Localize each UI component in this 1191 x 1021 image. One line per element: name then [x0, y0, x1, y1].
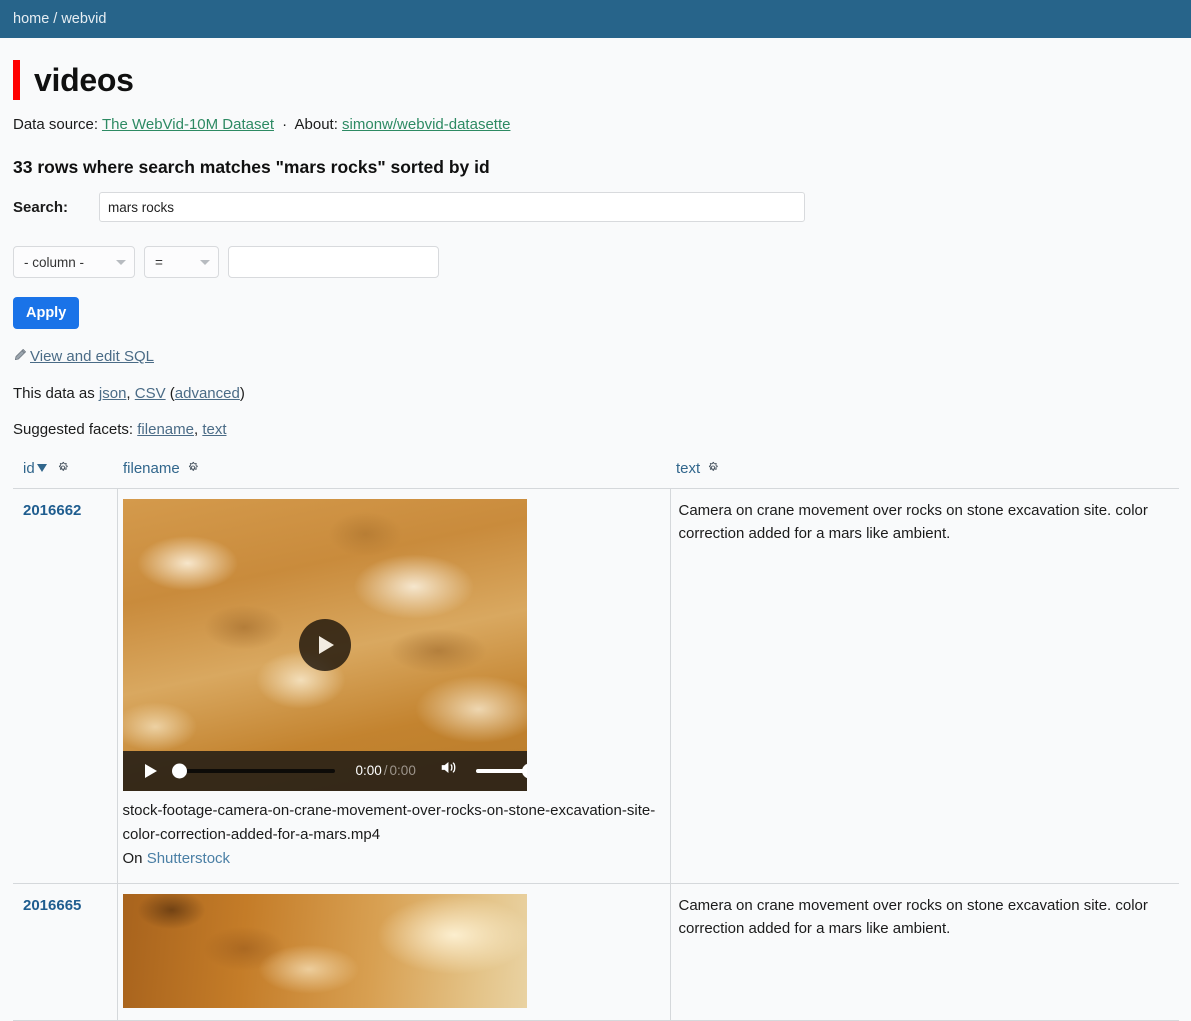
export-prefix: This data as — [13, 385, 95, 402]
export-json-link[interactable]: json — [99, 385, 127, 402]
video-player[interactable]: 0:00/0:00 — [122, 499, 527, 791]
column-header-id: id — [13, 457, 117, 489]
export-line: This data as json, CSV (advanced) — [13, 385, 1178, 402]
data-source-prefix: Data source: — [13, 116, 99, 133]
gear-icon[interactable] — [702, 461, 720, 479]
source-line: On Shutterstock — [123, 847, 662, 870]
suggested-facets-line: Suggested facets: filename, text — [13, 421, 1178, 438]
table-header-row: id filename text — [13, 457, 1179, 489]
view-edit-sql-link[interactable]: View and edit SQL — [30, 348, 154, 365]
play-overlay-button[interactable] — [298, 619, 351, 671]
export-paren-close: ) — [239, 385, 245, 402]
results-table: id filename text 2016662 0:00 / 0:00 sto… — [13, 457, 1179, 1021]
data-source-line: Data source: The WebVid-10M Dataset · Ab… — [13, 116, 1178, 133]
filter-operator-value: = — [155, 254, 163, 270]
apply-button[interactable]: Apply — [13, 297, 80, 329]
data-source-separator: · — [282, 116, 288, 133]
search-label: Search: — [13, 198, 69, 216]
video-player[interactable] — [122, 893, 527, 1008]
filter-operator-select[interactable]: = — [144, 246, 219, 278]
facet-text-link[interactable]: text — [202, 421, 226, 438]
result-summary: 33 rows where search matches "mars rocks… — [13, 157, 490, 177]
export-advanced-link[interactable]: advanced — [175, 385, 240, 402]
filter-value-input[interactable] — [228, 246, 439, 278]
cell-id: 2016665 — [13, 883, 118, 1021]
cell-filename — [117, 883, 671, 1021]
progress-slider[interactable] — [171, 763, 335, 779]
video-thumbnail — [122, 893, 527, 1008]
filename-text: stock-footage-camera-on-crane-movement-o… — [122, 802, 656, 843]
table-head: id filename text — [13, 457, 1179, 489]
breadcrumb-webvid[interactable]: webvid — [61, 11, 106, 27]
column-header-filename-label[interactable]: filename — [123, 460, 180, 477]
source-prefix: On — [122, 850, 143, 868]
page-title: videos — [13, 60, 1178, 100]
video-controls: 0:00/0:00 — [122, 751, 527, 791]
time-separator: / — [383, 762, 388, 778]
accent-bar-icon — [13, 60, 20, 100]
breadcrumb-bar: home / webvid — [0, 0, 1191, 38]
about-prefix: About: — [294, 116, 338, 133]
suggested-facets-prefix: Suggested facets: — [13, 421, 134, 438]
filter-column-value: - column - — [24, 254, 85, 270]
volume-slider[interactable] — [475, 763, 527, 779]
export-csv-link[interactable]: CSV — [135, 385, 166, 402]
volume-icon[interactable] — [439, 759, 459, 783]
column-header-text-label[interactable]: text — [676, 460, 700, 477]
column-header-text: text — [670, 457, 1179, 489]
facet-filename-link[interactable]: filename — [137, 421, 194, 438]
gear-icon[interactable] — [182, 461, 200, 479]
gear-icon[interactable] — [52, 461, 70, 479]
chevron-down-icon — [200, 260, 210, 265]
cell-text: Camera on crane movement over rocks on s… — [670, 883, 1179, 1021]
page-content: videos Data source: The WebVid-10M Datas… — [0, 60, 1191, 1021]
data-source-link[interactable]: The WebVid-10M Dataset — [102, 116, 274, 133]
column-header-id-label[interactable]: id — [23, 460, 35, 477]
table-row: 2016662 0:00 / 0:00 stock-footage-camera… — [13, 488, 1179, 884]
breadcrumb-home[interactable]: home — [13, 11, 49, 27]
chevron-down-icon — [116, 260, 126, 265]
search-input[interactable] — [99, 192, 805, 222]
export-comma: , — [126, 385, 131, 402]
view-edit-sql-line: View and edit SQL — [13, 348, 1178, 366]
progress-knob[interactable] — [171, 763, 187, 779]
column-header-filename: filename — [117, 457, 670, 489]
cell-filename: 0:00/0:00 stock-footage-camera-on-crane-… — [117, 488, 671, 884]
cell-text: Camera on crane movement over rocks on s… — [670, 488, 1179, 884]
table-body: 2016662 0:00 / 0:00 stock-footage-camera… — [13, 488, 1179, 1021]
about-link[interactable]: simonw/webvid-datasette — [342, 116, 510, 133]
cell-id: 2016662 — [13, 488, 118, 884]
play-icon — [319, 636, 334, 654]
time-display: 0:00/0:00 — [356, 761, 416, 782]
facet-comma: , — [193, 421, 199, 438]
volume-knob[interactable] — [521, 763, 527, 779]
filter-column-select[interactable]: - column - — [13, 246, 135, 278]
search-row: Search: — [13, 192, 1178, 222]
filter-row: - column - = — [13, 246, 1178, 278]
row-id-link[interactable]: 2016662 — [23, 502, 81, 519]
sort-descending-icon[interactable] — [36, 464, 47, 472]
current-time: 0:00 — [355, 762, 382, 778]
table-row: 2016665 Camera on crane movement over ro… — [13, 883, 1179, 1021]
page-title-text: videos — [34, 61, 134, 98]
duration: 0:00 — [389, 762, 416, 778]
breadcrumb-separator: / — [53, 11, 58, 27]
row-id-link[interactable]: 2016665 — [23, 897, 81, 914]
play-button-icon[interactable] — [144, 764, 157, 778]
shutterstock-link[interactable]: Shutterstock — [147, 850, 230, 867]
pencil-icon — [13, 348, 27, 366]
